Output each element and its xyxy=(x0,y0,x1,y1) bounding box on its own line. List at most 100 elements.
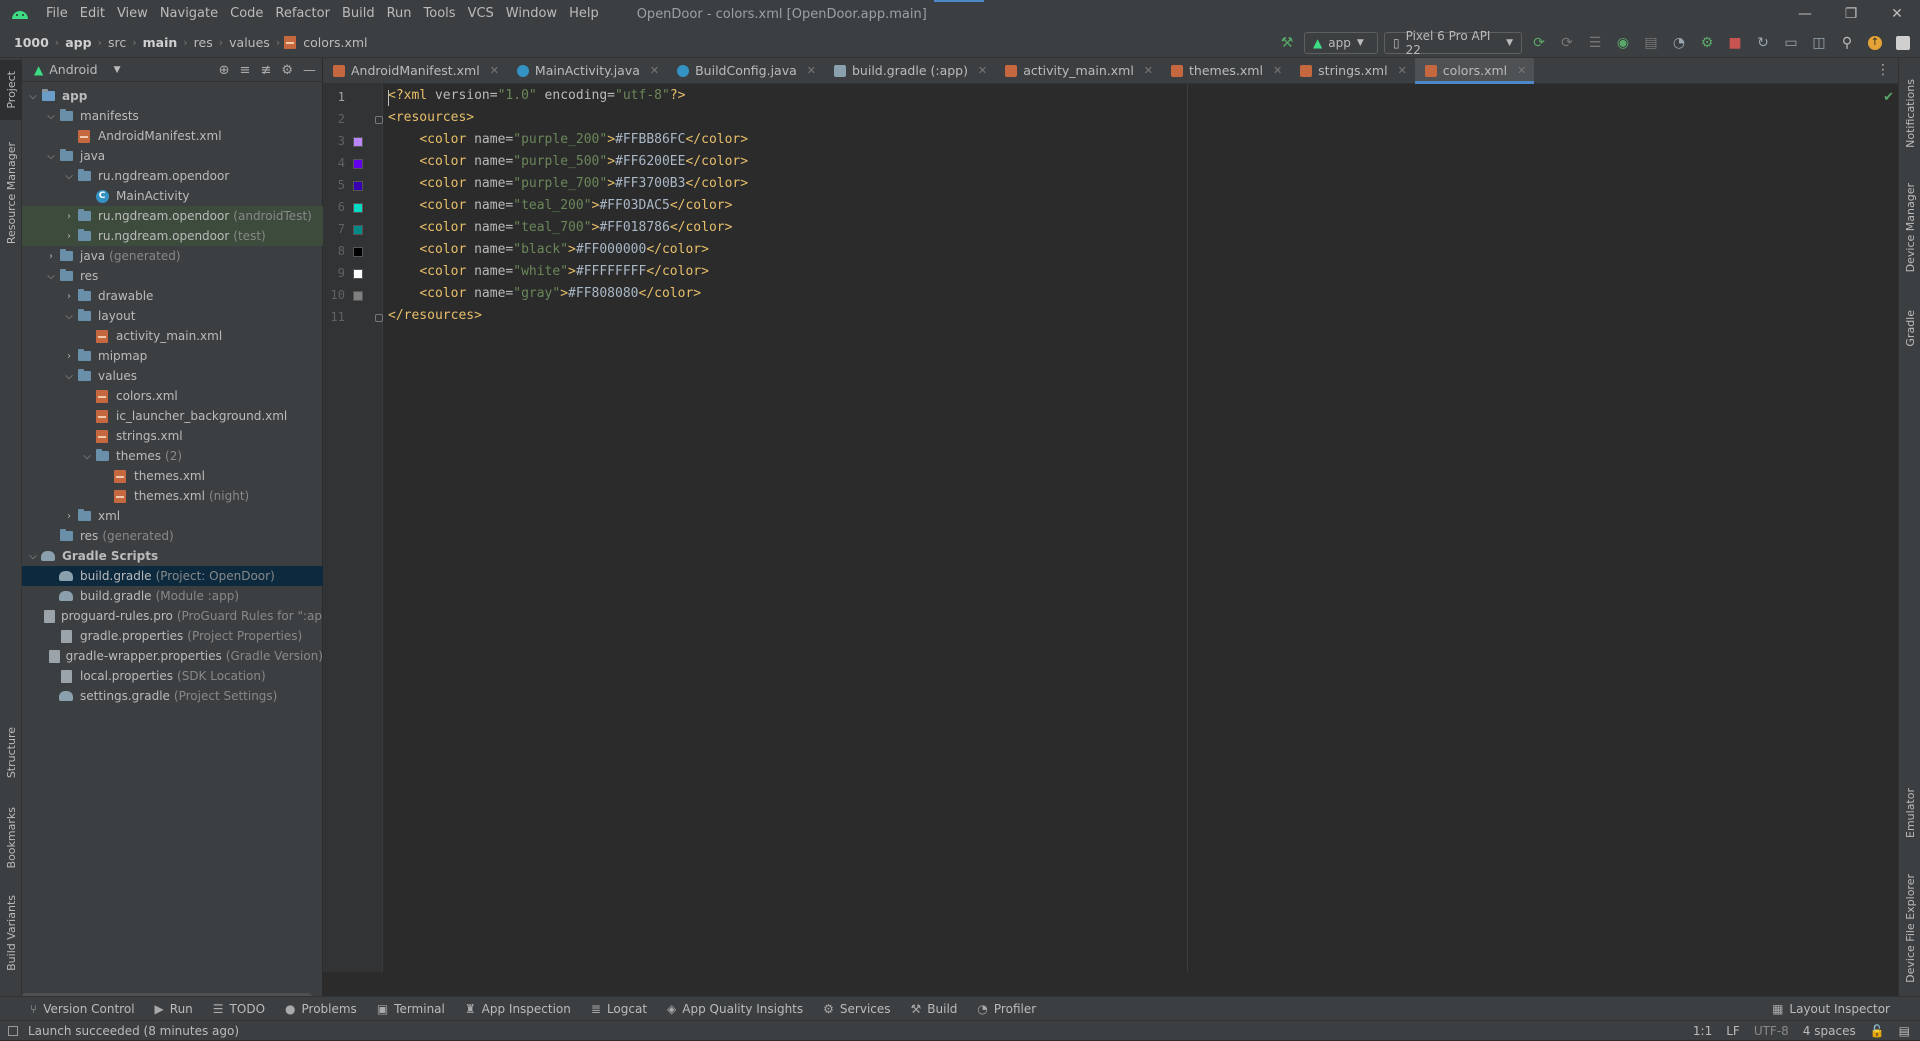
menu-help[interactable]: Help xyxy=(563,0,605,28)
tree-item[interactable]: ⌵ values xyxy=(22,366,323,386)
tool-tab-profiler[interactable]: ◔ Profiler xyxy=(977,1002,1036,1016)
breadcrumb-item[interactable]: values xyxy=(227,35,272,50)
tree-item[interactable]: res (generated) xyxy=(22,526,323,546)
tree-item[interactable]: themes.xml (night) xyxy=(22,486,323,506)
menu-navigate[interactable]: Navigate xyxy=(154,0,224,28)
chevron-right-icon[interactable]: › xyxy=(62,231,76,242)
gear-icon[interactable]: ⚙ xyxy=(281,63,293,78)
collapse-all-icon[interactable]: ≢ xyxy=(260,63,271,78)
tab-build-gradle-app[interactable]: build.gradle (:app) ✕ xyxy=(824,58,995,84)
menu-code[interactable]: Code xyxy=(224,0,269,28)
tree-item[interactable]: gradle-wrapper.properties (Gradle Version… xyxy=(22,646,323,666)
tab-mainactivity-java[interactable]: MainActivity.java ✕ xyxy=(507,58,667,84)
expand-all-icon[interactable]: ≡ xyxy=(240,63,251,78)
tree-item[interactable]: strings.xml xyxy=(22,426,323,446)
run-config-select[interactable]: ▲ app ▼ xyxy=(1304,32,1378,54)
apply-changes-icon[interactable]: ⟳ xyxy=(1528,32,1550,54)
tree-item[interactable]: › drawable xyxy=(22,286,323,306)
tool-tab-app-inspection[interactable]: ♜ App Inspection xyxy=(465,1002,571,1016)
emulator-tool-tab[interactable]: Emulator xyxy=(1899,778,1920,848)
menu-vcs[interactable]: VCS xyxy=(462,0,500,28)
chevron-right-icon[interactable]: › xyxy=(62,211,76,222)
tree-item[interactable]: colors.xml xyxy=(22,386,323,406)
chevron-down-icon[interactable]: ⌵ xyxy=(80,451,94,462)
tree-item[interactable]: ⌵ Gradle Scripts xyxy=(22,546,323,566)
tree-item[interactable]: › ru.ngdream.opendoor (test) xyxy=(22,226,323,246)
resource-manager-tool-tab[interactable]: Resource Manager xyxy=(0,138,22,248)
color-swatch-icon[interactable] xyxy=(353,269,363,279)
menu-refactor[interactable]: Refactor xyxy=(269,0,336,28)
build-variants-tool-tab[interactable]: Build Variants xyxy=(0,888,22,978)
tool-tab-version-control[interactable]: ⑂ Version Control xyxy=(30,1002,135,1016)
color-swatch-icon[interactable] xyxy=(353,181,363,191)
tree-item[interactable]: gradle.properties (Project Properties) xyxy=(22,626,323,646)
code-line-resources-close[interactable]: </resources> xyxy=(388,308,482,323)
breadcrumb-item[interactable]: src xyxy=(106,35,128,50)
status-toggle-icon[interactable] xyxy=(8,1025,18,1036)
close-window-button[interactable]: ✕ xyxy=(1874,0,1920,28)
breadcrumb-item[interactable]: colors.xml xyxy=(301,35,369,50)
breadcrumb-item[interactable]: 1000 xyxy=(12,35,51,50)
line-separator[interactable]: LF xyxy=(1726,1024,1740,1038)
device-manager-icon[interactable]: ▭ xyxy=(1780,32,1802,54)
indent-setting[interactable]: 4 spaces xyxy=(1803,1024,1856,1038)
bookmarks-tool-tab[interactable]: Bookmarks xyxy=(0,798,22,878)
status-message[interactable]: Launch succeeded (8 minutes ago) xyxy=(28,1024,239,1038)
color-swatch-icon[interactable] xyxy=(353,137,363,147)
breadcrumb-item[interactable]: res xyxy=(192,35,215,50)
fold-marker-icon[interactable] xyxy=(375,116,383,124)
menu-edit[interactable]: Edit xyxy=(74,0,111,28)
no-problems-check-icon[interactable]: ✔ xyxy=(1883,90,1894,105)
tree-item[interactable]: ic_launcher_background.xml xyxy=(22,406,323,426)
gradle-tool-tab[interactable]: Gradle xyxy=(1899,298,1920,358)
minimize-button[interactable]: — xyxy=(1782,0,1828,28)
search-icon[interactable]: ⚲ xyxy=(1836,32,1858,54)
color-swatch-icon[interactable] xyxy=(353,159,363,169)
tree-item[interactable]: › mipmap xyxy=(22,346,323,366)
breadcrumb-item[interactable]: app xyxy=(63,35,93,50)
close-tab-icon[interactable]: ✕ xyxy=(490,64,499,77)
code-line-color[interactable]: <color name="purple_500">#FF6200EE</colo… xyxy=(388,154,748,169)
chevron-down-icon[interactable]: ⌵ xyxy=(26,551,40,562)
tree-item[interactable]: ⌵ res xyxy=(22,266,323,286)
close-tab-icon[interactable]: ✕ xyxy=(1398,64,1407,77)
tree-item[interactable]: proguard-rules.pro (ProGuard Rules for ":… xyxy=(22,606,340,626)
tool-tab-run[interactable]: ▶ Run xyxy=(155,1002,193,1016)
tool-tab-services[interactable]: ⚙ Services xyxy=(823,1002,890,1016)
close-tab-icon[interactable]: ✕ xyxy=(1144,64,1153,77)
code-line-color[interactable]: <color name="teal_200">#FF03DAC5</color> xyxy=(388,198,732,213)
tab-androidmanifest-xml[interactable]: AndroidManifest.xml ✕ xyxy=(323,58,507,84)
tree-item[interactable]: AndroidManifest.xml xyxy=(22,126,323,146)
sdk-manager-icon[interactable]: ◫ xyxy=(1808,32,1830,54)
update-icon[interactable]: ↑ xyxy=(1864,32,1886,54)
stop-icon[interactable]: ■ xyxy=(1724,32,1746,54)
chevron-down-icon[interactable]: ⌵ xyxy=(62,311,76,322)
avatar[interactable] xyxy=(1892,32,1914,54)
close-tab-icon[interactable]: ✕ xyxy=(1273,64,1282,77)
chevron-down-icon[interactable]: ⌵ xyxy=(44,151,58,162)
close-tab-icon[interactable]: ✕ xyxy=(978,64,987,77)
tree-item[interactable]: build.gradle (Module :app) xyxy=(22,586,323,606)
lock-icon[interactable]: 🔓 xyxy=(1870,1024,1885,1038)
chevron-down-icon[interactable]: ⌵ xyxy=(44,111,58,122)
chevron-down-icon[interactable]: ⌵ xyxy=(62,171,76,182)
chevron-right-icon[interactable]: › xyxy=(62,511,76,522)
tree-item[interactable]: ⌵ themes (2) xyxy=(22,446,323,466)
tree-item[interactable]: ⌵ layout xyxy=(22,306,323,326)
code-line-color[interactable]: <color name="purple_700">#FF3700B3</colo… xyxy=(388,176,748,191)
tree-item[interactable]: ⌵ manifests xyxy=(22,106,323,126)
debug-icon[interactable]: ◉ xyxy=(1612,32,1634,54)
caret-position[interactable]: 1:1 xyxy=(1693,1024,1712,1038)
code-line-color[interactable]: <color name="purple_200">#FFBB86FC</colo… xyxy=(388,132,748,147)
tool-tab-terminal[interactable]: ▣ Terminal xyxy=(377,1002,445,1016)
tool-tab-todo[interactable]: ☰ TODO xyxy=(213,1002,265,1016)
gradle-sync-icon[interactable]: ↻ xyxy=(1752,32,1774,54)
tree-item[interactable]: build.gradle (Project: OpenDoor) xyxy=(22,566,323,586)
menu-file[interactable]: File xyxy=(40,0,74,28)
file-encoding[interactable]: UTF-8 xyxy=(1754,1024,1789,1038)
code-line-color[interactable]: <color name="black">#FF000000</color> xyxy=(388,242,709,257)
tab-buildconfig-java[interactable]: BuildConfig.java ✕ xyxy=(667,58,824,84)
tab-activity-main-xml[interactable]: activity_main.xml ✕ xyxy=(995,58,1161,84)
tree-item[interactable]: activity_main.xml xyxy=(22,326,323,346)
apply-code-changes-icon[interactable]: ⟳ xyxy=(1556,32,1578,54)
